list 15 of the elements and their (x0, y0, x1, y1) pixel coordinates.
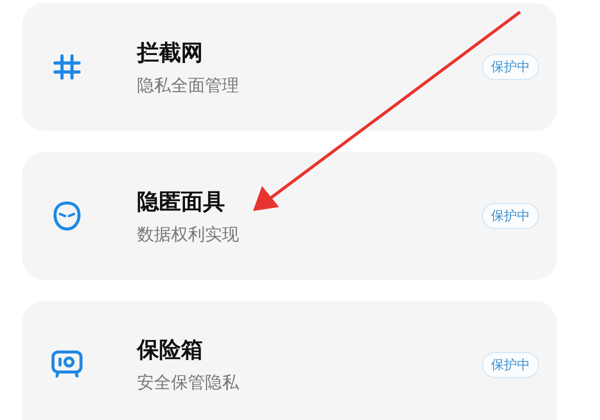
card-background[interactable]: 保险箱 安全保管隐私 保护中 (22, 301, 557, 420)
card-background[interactable]: 隐匿面具 数据权利实现 保护中 (22, 152, 557, 280)
item-subtitle: 数据权利实现 (137, 224, 240, 246)
item-title: 拦截网 (137, 40, 204, 68)
card-background[interactable]: 拦截网 隐私全面管理 保护中 (22, 3, 557, 131)
item-title: 保险箱 (137, 337, 204, 365)
item-title: 隐匿面具 (137, 188, 226, 216)
item-subtitle: 隐私全面管理 (137, 74, 240, 96)
mask-icon (53, 201, 81, 231)
status-badge: 保护中 (482, 203, 539, 229)
item-subtitle: 安全保管隐私 (137, 372, 240, 394)
status-badge: 保护中 (482, 54, 539, 80)
hash-icon (52, 52, 82, 82)
status-badge: 保护中 (482, 352, 539, 378)
safe-icon (51, 350, 83, 378)
